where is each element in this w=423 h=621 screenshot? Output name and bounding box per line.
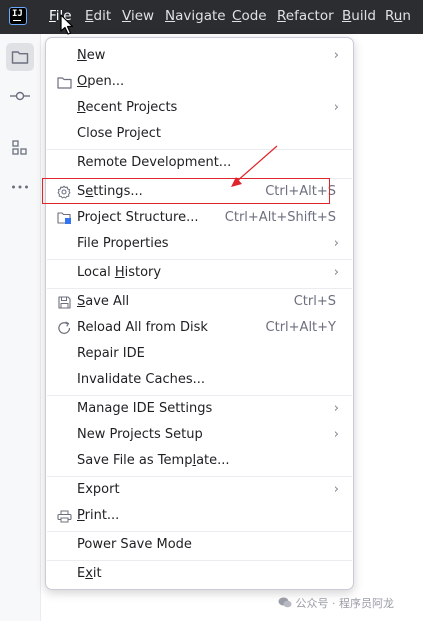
print-icon [56,508,72,524]
project-structure-icon [56,210,72,226]
gear-icon [56,184,72,200]
menu-item-save-as-template[interactable]: Save File as Template... [46,448,353,474]
menu-item-exit[interactable]: Exit [46,561,353,587]
menu-edit[interactable]: Edit [85,8,111,24]
menu-item-invalidate-caches[interactable]: Invalidate Caches... [46,367,353,393]
chevron-right-icon: › [333,100,339,115]
chevron-right-icon: › [333,265,339,280]
structure-tool-button[interactable] [6,134,34,162]
project-tool-button[interactable] [6,43,34,71]
menu-item-print[interactable]: Print... [46,503,353,529]
commit-tool-button[interactable] [6,82,34,110]
wechat-icon [278,597,292,608]
chevron-right-icon: › [333,427,339,442]
menu-run[interactable]: Run [385,8,411,24]
menu-item-local-history[interactable]: Local History › [46,260,353,286]
save-icon [56,294,72,310]
menu-item-recent-projects[interactable]: Recent Projects › [46,95,353,121]
structure-icon [12,140,27,155]
menu-item-file-properties[interactable]: File Properties › [46,231,353,257]
menu-item-manage-ide-settings[interactable]: Manage IDE Settings › [46,396,353,422]
app-logo-icon[interactable]: IJ [9,7,27,25]
menu-code[interactable]: Code [232,8,267,24]
chevron-right-icon: › [333,401,339,416]
menu-item-settings[interactable]: Settings... Ctrl+Alt+S [46,179,353,205]
menu-item-open[interactable]: Open... [46,69,353,95]
menu-item-project-structure[interactable]: Project Structure... Ctrl+Alt+Shift+S [46,205,353,231]
chevron-right-icon: › [333,482,339,497]
tool-window-strip [0,34,41,621]
watermark-text: 公众号 · 程序员阿龙 [278,595,394,611]
more-icon [12,185,28,189]
menu-build[interactable]: Build [342,8,376,24]
file-menu-dropdown: New › Open... Recent Projects › Close Pr… [45,37,354,590]
menu-item-repair-ide[interactable]: Repair IDE [46,341,353,367]
menu-navigate[interactable]: Navigate [165,8,226,24]
mouse-cursor-icon [60,14,74,35]
menu-view[interactable]: View [122,8,154,24]
folder-icon [11,51,29,64]
more-tool-windows-button[interactable] [6,173,34,201]
menu-item-reload-all[interactable]: Reload All from Disk Ctrl+Alt+Y [46,315,353,341]
menu-item-new-projects-setup[interactable]: New Projects Setup › [46,422,353,448]
menu-item-power-save-mode[interactable]: Power Save Mode [46,532,353,558]
menu-item-new[interactable]: New › [46,43,353,69]
chevron-right-icon: › [333,48,339,63]
commit-icon [10,91,30,101]
reload-icon [56,320,72,336]
menu-item-remote-development[interactable]: Remote Development... [46,150,353,176]
menu-item-export[interactable]: Export › [46,477,353,503]
folder-icon [56,74,72,90]
chevron-right-icon: › [333,236,339,251]
menu-item-save-all[interactable]: Save All Ctrl+S [46,289,353,315]
menu-refactor[interactable]: Refactor [277,8,334,24]
menu-item-close-project[interactable]: Close Project [46,121,353,147]
